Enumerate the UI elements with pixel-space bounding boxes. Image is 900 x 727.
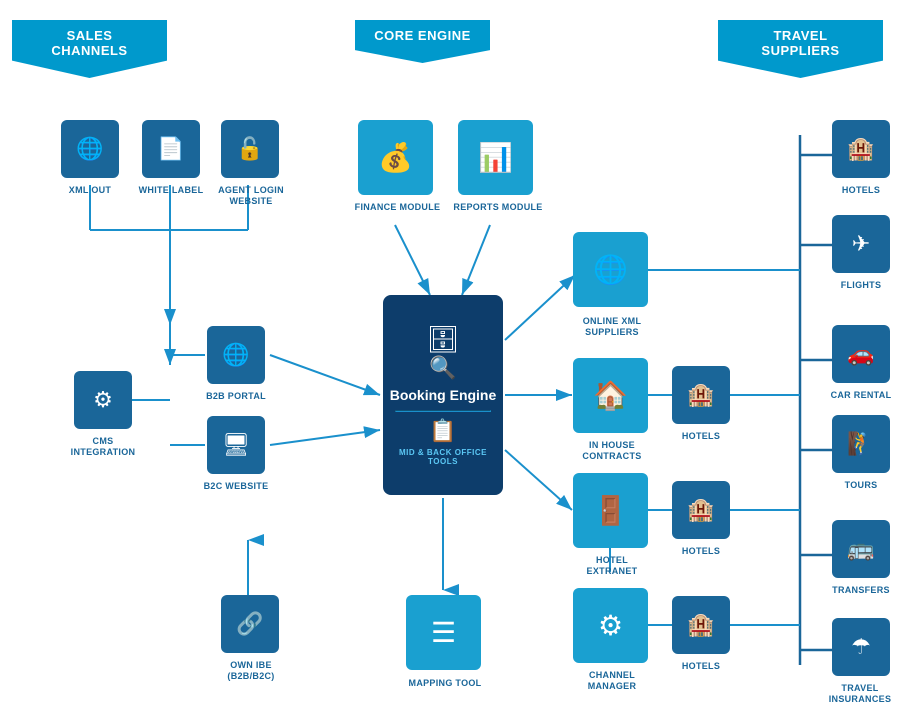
xml-out-icon: 🌐 [76,138,103,160]
supplier-car-rental-box[interactable]: 🚗 [832,325,890,383]
supplier-travel-ins-box[interactable]: ☂ [832,618,890,676]
hotel-extranet-icon: 🚪 [593,497,628,525]
hotel-extranet-box[interactable]: 🚪 [573,473,648,548]
white-label-icon: 📄 [157,138,184,160]
white-label-box[interactable]: 📄 [142,120,200,178]
finance-module-label: FINANCE MODULE [345,202,450,213]
supplier-transfers-icon: 🚌 [847,538,874,560]
b2c-website-label: B2C WEBSITE [201,481,271,492]
mapping-tool-icon: ☰ [431,619,456,647]
supplier-tours-icon: 🧗 [847,433,874,455]
booking-engine-db-icon: 🗄 [426,324,459,355]
b2b-portal-label: B2B PORTAL [201,391,271,402]
hotel-extranet-label: HOTELEXTRANET [562,555,662,577]
agent-login-box[interactable]: 🔓 [221,120,279,178]
mapping-tool-box[interactable]: ☰ [406,595,481,670]
xml-out-box[interactable]: 🌐 [61,120,119,178]
in-house-label: IN HOUSECONTRACTS [562,440,662,462]
agent-login-label: AGENT LOGINWEBSITE [215,185,287,207]
travel-suppliers-banner: TRAVEL SUPPLIERS [718,20,883,78]
reports-icon: 📊 [478,144,513,172]
booking-engine-box[interactable]: 🗄 🔍 Booking Engine 📋 MID & BACK OFFICE T… [383,295,503,495]
booking-engine-search-icon: 🔍 [429,355,456,381]
finance-icon: 💰 [378,144,413,172]
channel-manager-box[interactable]: ⚙ [573,588,648,663]
supplier-flights-icon: ✈ [852,233,870,255]
hotels-extranet-label: HOTELS [666,546,736,557]
cms-label: CMSINTEGRATION [68,436,138,458]
supplier-transfers-box[interactable]: 🚌 [832,520,890,578]
online-xml-label: ONLINE XMLSUPPLIERS [562,316,662,338]
cms-integration-box[interactable]: ⚙ [74,371,132,429]
supplier-hotels-icon: 🏨 [847,138,874,160]
hotels-in-house-icon: 🏨 [687,384,714,406]
online-xml-suppliers-box[interactable]: 🌐 [573,232,648,307]
supplier-tours-box[interactable]: 🧗 [832,415,890,473]
hotels-extranet-box[interactable]: 🏨 [672,481,730,539]
hotels-extranet-icon: 🏨 [687,499,714,521]
supplier-hotels-label: HOTELS [826,185,896,196]
channel-manager-label: CHANNELMANAGER [562,670,662,692]
mid-back-office-label: MID & BACK OFFICE TOOLS [383,448,503,466]
reports-module-box[interactable]: 📊 [458,120,533,195]
in-house-contracts-box[interactable]: 🏠 [573,358,648,433]
hotels-in-house-box[interactable]: 🏨 [672,366,730,424]
b2c-website-box[interactable]: 🖥 [207,416,265,474]
supplier-car-rental-icon: 🚗 [847,343,874,365]
in-house-icon: 🏠 [593,382,628,410]
supplier-travel-ins-label: TRAVELINSURANCES [820,683,900,705]
mapping-tool-label: MAPPING TOOL [400,678,490,689]
hotels-channel-box[interactable]: 🏨 [672,596,730,654]
white-label-label: WHITE LABEL [136,185,206,196]
cms-icon: ⚙ [93,389,113,411]
hotels-in-house-label: HOTELS [666,431,736,442]
supplier-travel-ins-icon: ☂ [851,636,871,658]
hotels-channel-icon: 🏨 [687,614,714,636]
core-engine-banner: CORE ENGINE [355,20,490,63]
supplier-hotels-box[interactable]: 🏨 [832,120,890,178]
booking-engine-title: Booking Engine [390,387,497,404]
finance-module-box[interactable]: 💰 [358,120,433,195]
supplier-flights-box[interactable]: ✈ [832,215,890,273]
own-ibe-label: OWN IBE(B2B/B2C) [210,660,292,682]
own-ibe-box[interactable]: 🔗 [221,595,279,653]
reports-module-label: REPORTS MODULE [448,202,548,213]
agent-login-icon: 🔓 [236,138,263,160]
booking-engine-form-icon: 📋 [429,418,456,444]
online-xml-icon: 🌐 [593,256,628,284]
own-ibe-icon: 🔗 [236,613,263,635]
supplier-car-rental-label: CAR RENTAL [826,390,896,401]
b2c-website-icon: 🖥 [222,434,250,456]
channel-manager-icon: ⚙ [598,612,623,640]
supplier-flights-label: FLIGHTS [826,280,896,291]
xml-out-label: XML OUT [55,185,125,196]
hotels-channel-label: HOTELS [666,661,736,672]
b2b-portal-box[interactable]: 🌐 [207,326,265,384]
b2b-portal-icon: 🌐 [222,344,249,366]
supplier-tours-label: TOURS [826,480,896,491]
supplier-transfers-label: TRANSFERS [826,585,896,596]
diagram: SALES CHANNELS CORE ENGINE TRAVEL SUPPLI… [0,0,900,727]
sales-channels-banner: SALES CHANNELS [12,20,167,78]
